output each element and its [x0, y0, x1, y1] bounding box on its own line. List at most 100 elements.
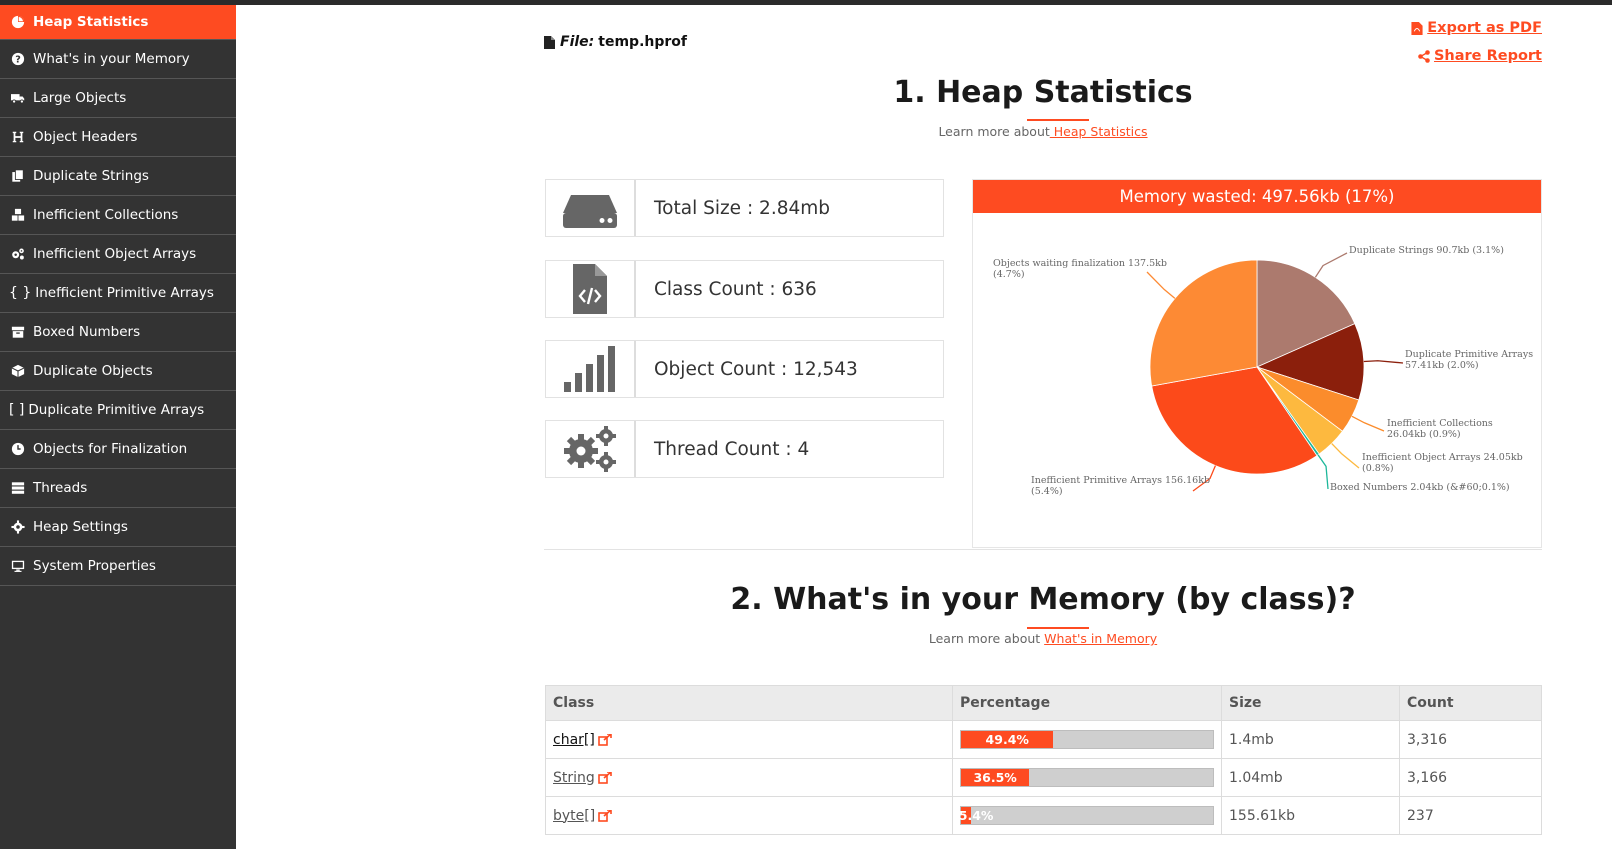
table-row: byte[] 5.4% 155.61kb 237 — [545, 796, 1542, 835]
count-cell: 3,166 — [1399, 758, 1542, 797]
sidebar-item-system-properties[interactable]: System Properties — [0, 547, 236, 586]
heap-statistics-heading: 1. Heap Statistics — [893, 75, 1193, 110]
sidebar-item-inefficient-primitive-arrays[interactable]: { } Inefficient Primitive Arrays — [0, 274, 236, 313]
pie-leader-line — [1314, 252, 1348, 278]
sidebar-item-whats-in-memory[interactable]: ? What's in your Memory — [0, 40, 236, 79]
signal-bars-icon — [546, 341, 636, 397]
external-link-icon[interactable] — [597, 771, 612, 784]
col-count[interactable]: Count — [1399, 685, 1542, 721]
sidebar-item-label: Duplicate Strings — [33, 168, 149, 184]
stat-label: Class Count : 636 — [654, 278, 817, 300]
pie-slice-label: Duplicate Strings 90.7kb (3.1%) — [1349, 245, 1504, 256]
clock-icon — [9, 442, 27, 456]
export-pdf-link[interactable]: Export as PDF — [1411, 20, 1542, 36]
whats-in-memory-link[interactable]: What's in Memory — [1044, 631, 1157, 646]
cube-icon — [9, 364, 27, 378]
sidebar-item-boxed-numbers[interactable]: Boxed Numbers — [0, 313, 236, 352]
sidebar-item-duplicate-strings[interactable]: Duplicate Strings — [0, 157, 236, 196]
percentage-label: 36.5% — [973, 770, 1017, 785]
external-link-icon[interactable] — [598, 733, 612, 746]
sidebar-item-duplicate-primitive-arrays[interactable]: [ ] Duplicate Primitive Arrays — [0, 391, 236, 430]
heading-underline — [1027, 119, 1089, 121]
table-row: String 36.5% 1.04mb 3,166 — [545, 758, 1542, 797]
sidebar-item-label: Inefficient Object Arrays — [33, 246, 197, 262]
cubes-icon — [9, 208, 27, 222]
sidebar-item-threads[interactable]: Threads — [0, 469, 236, 508]
col-size[interactable]: Size — [1221, 685, 1400, 721]
share-report-link[interactable]: Share Report — [1418, 48, 1542, 64]
memory-wasted-header: Memory wasted: 497.56kb (17%) — [973, 180, 1541, 213]
pie-slice-objects-waiting-finalization[interactable] — [1149, 259, 1258, 387]
percentage-label: 5.4% — [958, 808, 994, 823]
sidebar-item-object-headers[interactable]: Object Headers — [0, 118, 236, 157]
sidebar-item-heap-settings[interactable]: Heap Settings — [0, 508, 236, 547]
col-class[interactable]: Class — [545, 685, 953, 721]
class-name-link[interactable]: String — [553, 770, 595, 786]
top-border — [0, 0, 1612, 5]
stat-label: Object Count : 12,543 — [654, 358, 858, 380]
desktop-icon — [9, 559, 27, 573]
class-table: Class Percentage Size Count char[] 49.4% 1… — [545, 685, 1542, 835]
learn-prefix: Learn more about — [938, 124, 1050, 139]
pie-slice-label: Duplicate Primitive Arrays 57.41kb (2.0%) — [1405, 349, 1533, 371]
sidebar-item-label: Heap Settings — [33, 519, 128, 535]
sidebar-item-label: Object Headers — [33, 129, 138, 145]
whats-in-memory-heading: 2. What's in your Memory (by class)? — [730, 582, 1356, 617]
cogs-icon — [9, 247, 27, 261]
copy-icon — [9, 169, 27, 183]
hdd-icon — [546, 180, 636, 236]
gears-icon — [546, 421, 636, 477]
brackets-icon: [ ] — [9, 402, 25, 418]
sidebar-item-duplicate-objects[interactable]: Duplicate Objects — [0, 352, 236, 391]
percentage-label: 49.4% — [985, 732, 1029, 747]
sidebar-item-label: Large Objects — [33, 90, 127, 106]
export-label: Export as PDF — [1427, 20, 1542, 36]
count-cell: 237 — [1399, 796, 1542, 835]
class-name-link[interactable]: char[] — [553, 732, 595, 748]
gear-icon — [9, 520, 27, 534]
sidebar-item-large-objects[interactable]: Large Objects — [0, 79, 236, 118]
file-value: temp.hprof — [598, 34, 687, 50]
sidebar-item-objects-finalization[interactable]: Objects for Finalization — [0, 430, 236, 469]
sidebar-item-inefficient-collections[interactable]: Inefficient Collections — [0, 196, 236, 235]
size-cell: 155.61kb — [1221, 796, 1400, 835]
stat-thread-count: Thread Count : 4 — [545, 420, 944, 478]
question-circle-icon: ? — [9, 52, 27, 66]
sidebar-item-label: Inefficient Collections — [33, 207, 179, 223]
percentage-bar: 5.4% — [958, 806, 1214, 825]
col-percentage[interactable]: Percentage — [952, 685, 1222, 721]
class-cell: String — [545, 758, 953, 797]
section-divider — [544, 549, 1542, 550]
pie-leader-line — [1351, 415, 1385, 432]
percentage-cell: 36.5% — [952, 758, 1222, 797]
pie-leader-line — [1317, 454, 1329, 490]
sidebar-item-label: Boxed Numbers — [33, 324, 141, 340]
file-icon — [544, 35, 555, 49]
pie-chart-icon — [9, 15, 27, 29]
external-link-icon[interactable] — [598, 809, 613, 822]
sidebar-item-heap-statistics[interactable]: Heap Statistics — [0, 5, 236, 40]
file-name: File: temp.hprof — [544, 34, 687, 50]
pie-slice-label: Inefficient Primitive Arrays 156.16kb (5.… — [1031, 475, 1210, 497]
sidebar-item-label: Objects for Finalization — [33, 441, 188, 457]
sidebar-item-label: Inefficient Primitive Arrays — [35, 285, 214, 301]
sidebar-nav: Heap Statistics ? What's in your Memory … — [0, 5, 236, 849]
sidebar-item-label: Heap Statistics — [33, 14, 149, 30]
heap-statistics-link[interactable]: Heap Statistics — [1050, 124, 1148, 139]
class-cell: byte[] — [545, 796, 953, 835]
count-cell: 3,316 — [1399, 720, 1542, 759]
pie-slice-label: Inefficient Collections 26.04kb (0.9%) — [1387, 418, 1493, 440]
sidebar-item-inefficient-object-arrays[interactable]: Inefficient Object Arrays — [0, 235, 236, 274]
pie-slice-label: Inefficient Object Arrays 24.05kb (0.8%) — [1362, 452, 1523, 474]
learn-more-memory: Learn more about What's in Memory — [544, 631, 1542, 646]
stat-total-size: Total Size : 2.84mb — [545, 179, 944, 237]
table-row: char[] 49.4% 1.4mb 3,316 — [545, 720, 1542, 759]
share-label: Share Report — [1433, 48, 1542, 64]
learn-more-heap: Learn more about Heap Statistics — [544, 124, 1542, 139]
stat-class-count: Class Count : 636 — [545, 260, 944, 318]
percentage-cell: 49.4% — [952, 720, 1222, 759]
class-name-link[interactable]: byte[] — [553, 808, 595, 824]
pie-slice-label: Objects waiting finalization 137.5kb (4.7… — [993, 258, 1167, 280]
header-icon — [9, 130, 27, 144]
stat-label: Total Size : 2.84mb — [654, 197, 831, 219]
